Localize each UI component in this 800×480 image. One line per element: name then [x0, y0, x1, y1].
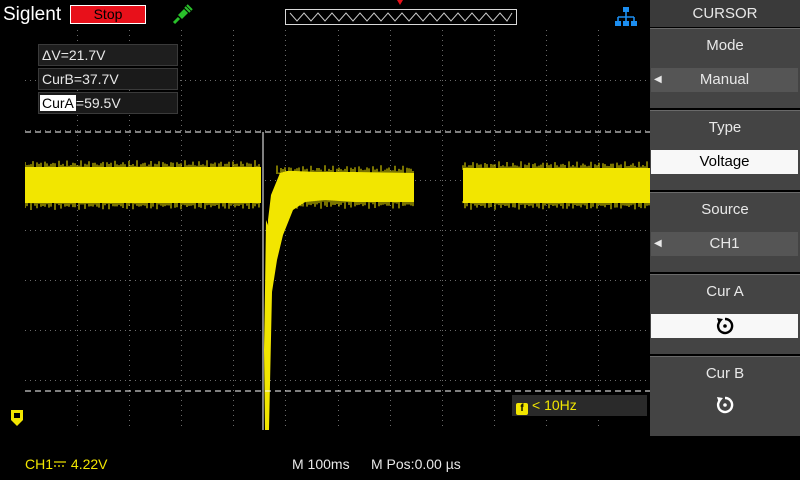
cur-a-label: Cur A	[706, 283, 744, 300]
brand-logo: Siglent	[3, 4, 62, 25]
waveform-display[interactable]	[25, 30, 650, 430]
cur-b-label: Cur B	[705, 365, 745, 382]
cursor-a-readout: CurA =59.5V	[38, 92, 178, 114]
menu-item-type[interactable]: Type Voltage	[650, 110, 800, 190]
rotate-knob-icon	[716, 396, 734, 414]
left-arrow-icon: ◀	[654, 238, 662, 249]
delta-v-readout: ΔV=21.7V	[38, 44, 178, 66]
trace-ch1	[25, 160, 650, 430]
cursor-b-readout: CurB=37.7V	[38, 68, 178, 90]
frequency-icon: f	[516, 403, 528, 415]
ch1-scale[interactable]: CH1 4.22V	[25, 456, 108, 472]
cursor-menu: CURSOR Mode ◀ Manual Type Voltage Source…	[650, 0, 800, 480]
probe-icon	[172, 4, 193, 25]
left-arrow-icon: ◀	[654, 74, 662, 85]
top-bar: Siglent Stop	[0, 0, 650, 30]
cur-a-knob[interactable]	[651, 314, 798, 338]
rotate-knob-icon	[716, 317, 733, 335]
mode-label: Mode	[706, 37, 744, 54]
menu-item-mode[interactable]: Mode ◀ Manual	[650, 28, 800, 108]
source-label: Source	[701, 201, 749, 218]
type-value[interactable]: Voltage	[651, 150, 798, 174]
trigger-frequency-value: < 10Hz	[532, 397, 577, 413]
cur-b-knob[interactable]	[650, 395, 800, 415]
cursor-a-label: CurA	[40, 95, 76, 111]
overview-waveform	[289, 12, 513, 22]
trigger-position-marker	[397, 0, 403, 5]
menu-title: CURSOR	[650, 0, 800, 27]
menu-footer	[650, 436, 800, 480]
graticule	[25, 30, 646, 426]
memory-overview-bar	[285, 9, 517, 25]
run-state-badge[interactable]: Stop	[70, 5, 146, 24]
menu-item-source[interactable]: Source ◀ CH1	[650, 192, 800, 272]
type-label: Type	[708, 119, 742, 136]
timebase[interactable]: M 100ms	[292, 456, 350, 472]
ch1-scale-value: 4.22V	[70, 456, 108, 472]
horizontal-position[interactable]: M Pos:0.00 µs	[371, 456, 461, 472]
ch1-label: CH1	[25, 456, 54, 472]
dc-coupling-icon	[54, 461, 67, 467]
mode-value-text: Manual	[699, 71, 750, 88]
menu-item-cur-a[interactable]: Cur A	[650, 274, 800, 354]
source-value[interactable]: ◀ CH1	[651, 232, 798, 256]
network-icon	[615, 7, 637, 26]
trigger-level-marker[interactable]	[11, 410, 23, 426]
mode-value[interactable]: ◀ Manual	[651, 68, 798, 92]
status-bar: CH1 4.22V M 100ms M Pos:0.00 µs	[0, 448, 650, 480]
type-value-text: Voltage	[699, 153, 750, 170]
trigger-frequency: f < 10Hz	[512, 395, 647, 416]
source-value-text: CH1	[709, 235, 740, 252]
menu-item-cur-b[interactable]: Cur B	[650, 356, 800, 436]
cursor-a-value: =59.5V	[75, 95, 121, 111]
